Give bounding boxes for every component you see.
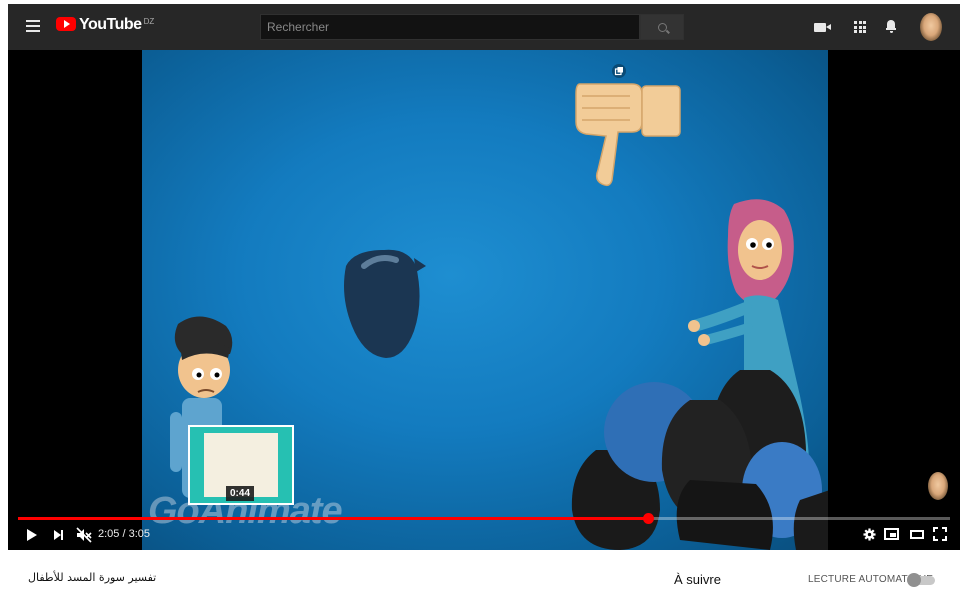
up-next-heading: À suivre [674, 572, 721, 587]
youtube-play-icon [56, 17, 76, 31]
search-icon [657, 22, 667, 32]
menu-icon[interactable] [26, 20, 40, 32]
search-button[interactable] [640, 14, 684, 40]
volume-muted-icon[interactable] [76, 527, 92, 543]
theater-mode-button[interactable] [910, 530, 924, 539]
video-player[interactable]: GoAnimate 0:44 2:05 / 3:05 [8, 50, 960, 550]
time-display: 2:05 / 3:05 [98, 528, 150, 540]
progress-bar[interactable] [18, 513, 950, 524]
thumbs-down-illustration [575, 83, 681, 187]
country-code: DZ [143, 17, 155, 26]
progress-scrubber-handle[interactable] [643, 513, 655, 524]
garbage-pile-illustration [571, 370, 828, 550]
video-title: تفسير سورة المسد للأطفال [28, 571, 157, 584]
miniplayer-button[interactable] [884, 528, 899, 540]
top-bar: YouTube DZ Rechercher [8, 4, 960, 50]
settings-gear-icon[interactable] [863, 528, 876, 541]
apps-grid-icon[interactable] [854, 21, 866, 33]
trash-bag-illustration [344, 249, 426, 358]
avatar[interactable] [920, 13, 942, 41]
next-button[interactable] [54, 530, 66, 541]
preview-timestamp: 0:44 [226, 486, 255, 501]
logo-text: YouTube [79, 16, 142, 33]
fullscreen-icon[interactable] [933, 527, 947, 541]
search-input[interactable]: Rechercher [260, 14, 640, 40]
progress-played [18, 517, 649, 520]
play-button[interactable] [26, 528, 38, 542]
youtube-logo[interactable]: YouTube DZ [56, 16, 155, 33]
autoplay-toggle[interactable] [905, 573, 935, 587]
channel-watermark-avatar[interactable] [928, 472, 948, 500]
video-camera-icon[interactable] [814, 23, 831, 32]
bell-icon[interactable] [886, 19, 896, 33]
